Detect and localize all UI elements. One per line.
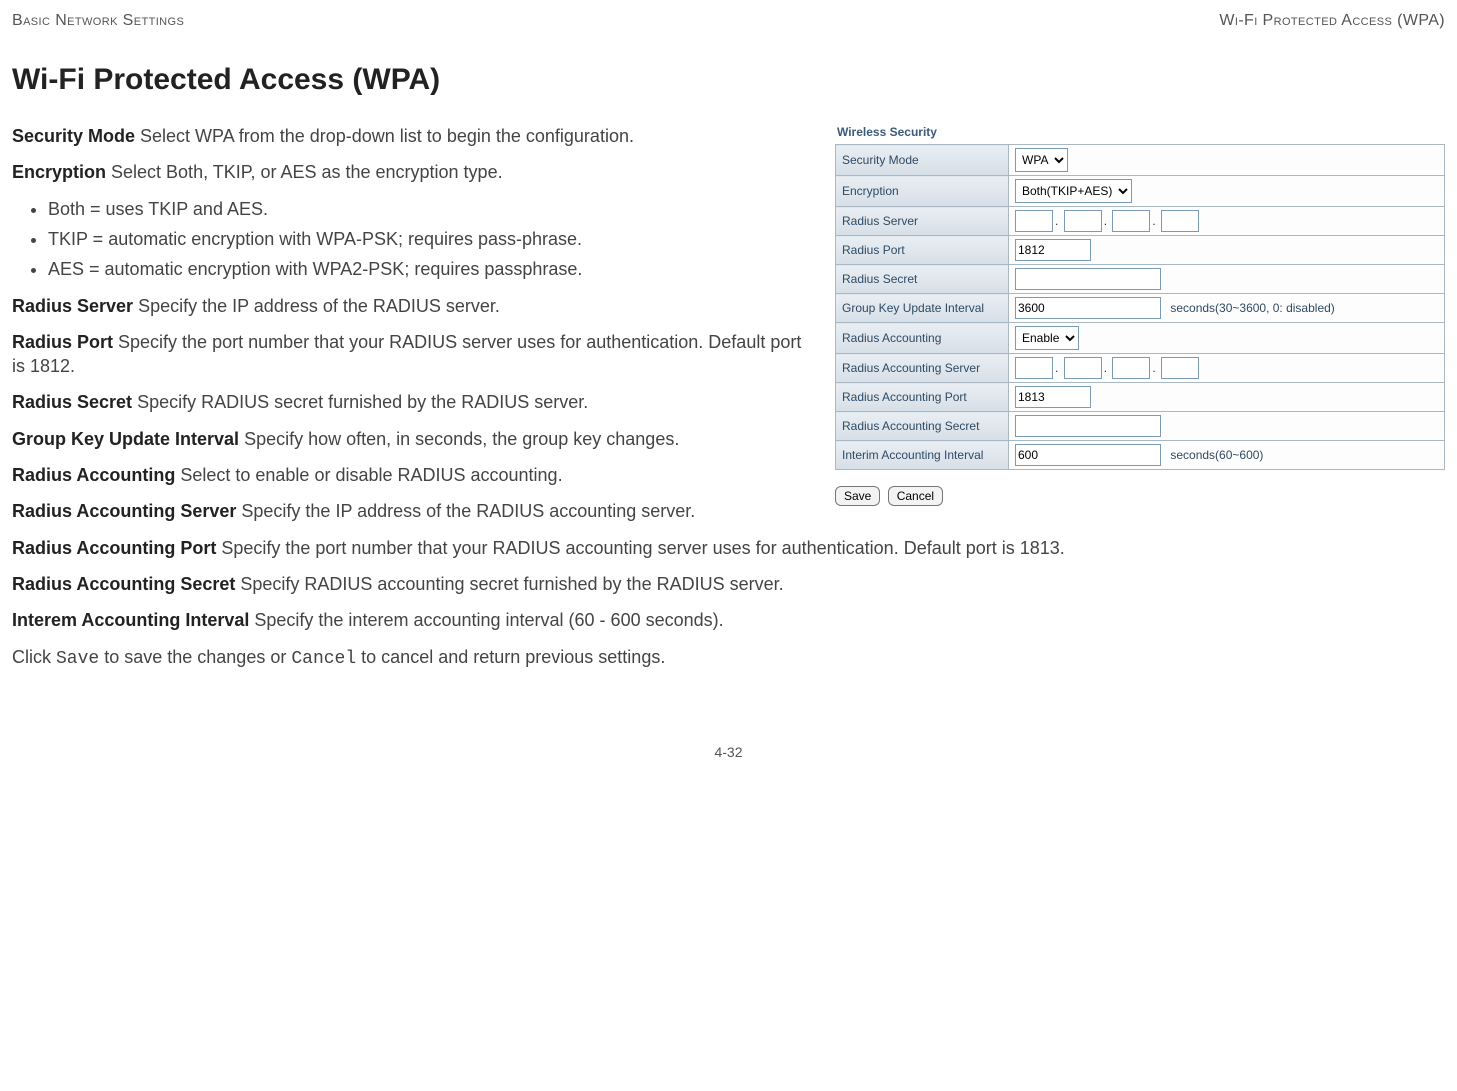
- group-key-hint: seconds(30~3600, 0: disabled): [1170, 301, 1334, 315]
- label-interim-interval: Interim Accounting Interval: [836, 441, 1009, 470]
- fig-title: Wireless Security: [837, 124, 1445, 140]
- closing-sentence: Click Save to save the changes or Cancel…: [12, 645, 1445, 671]
- label-radius-acct-server: Radius Accounting Server: [836, 354, 1009, 383]
- label-group-key: Group Key Update Interval: [836, 294, 1009, 323]
- encryption-select[interactable]: Both(TKIP+AES): [1015, 179, 1132, 203]
- closing-mid: to save the changes or: [99, 647, 291, 667]
- group-key-input[interactable]: [1015, 297, 1161, 319]
- def-interim-interval: Interem Accounting Interval Specify the …: [12, 608, 1445, 632]
- text-radius-acct: Select to enable or disable RADIUS accou…: [175, 465, 562, 485]
- radius-server-ip3[interactable]: [1112, 210, 1150, 232]
- header-right: Wi-Fi Protected Access (WPA): [1219, 10, 1445, 32]
- text-interim: Specify the interem accounting interval …: [249, 610, 723, 630]
- radius-server-ip2[interactable]: [1064, 210, 1102, 232]
- running-header: Basic Network Settings Wi-Fi Protected A…: [12, 10, 1445, 32]
- radius-server-ip1[interactable]: [1015, 210, 1053, 232]
- lead-radius-acct-port: Radius Accounting Port: [12, 538, 216, 558]
- lead-radius-secret: Radius Secret: [12, 392, 132, 412]
- radius-acct-server-ip3[interactable]: [1112, 357, 1150, 379]
- lead-radius-acct-secret: Radius Accounting Secret: [12, 574, 235, 594]
- wireless-security-figure: Wireless Security Security Mode WPA Encr…: [835, 124, 1445, 506]
- radius-acct-server-value: . . .: [1009, 354, 1445, 383]
- label-encryption: Encryption: [836, 176, 1009, 207]
- radius-acct-server-ip4[interactable]: [1161, 357, 1199, 379]
- closing-pre: Click: [12, 647, 56, 667]
- security-mode-select[interactable]: WPA: [1015, 148, 1068, 172]
- wireless-security-table: Security Mode WPA Encryption Both(TKIP+A…: [835, 144, 1445, 470]
- radius-accounting-select[interactable]: Enable: [1015, 326, 1079, 350]
- text-group-key: Specify how often, in seconds, the group…: [239, 429, 679, 449]
- header-left: Basic Network Settings: [12, 10, 184, 32]
- text-security-mode: Select WPA from the drop-down list to be…: [135, 126, 634, 146]
- text-radius-server: Specify the IP address of the RADIUS ser…: [133, 296, 500, 316]
- def-radius-acct-port: Radius Accounting Port Specify the port …: [12, 536, 1445, 560]
- interim-interval-hint: seconds(60~600): [1170, 448, 1263, 462]
- radius-secret-input[interactable]: [1015, 268, 1161, 290]
- page-title: Wi-Fi Protected Access (WPA): [12, 60, 1445, 101]
- label-security-mode: Security Mode: [836, 145, 1009, 176]
- closing-post: to cancel and return previous settings.: [356, 647, 665, 667]
- lead-interim: Interem Accounting Interval: [12, 610, 249, 630]
- text-radius-acct-server: Specify the IP address of the RADIUS acc…: [236, 501, 695, 521]
- text-radius-secret: Specify RADIUS secret furnished by the R…: [132, 392, 588, 412]
- radius-server-ip4[interactable]: [1161, 210, 1199, 232]
- lead-encryption: Encryption: [12, 162, 106, 182]
- radius-port-input[interactable]: [1015, 239, 1091, 261]
- label-radius-acct-secret: Radius Accounting Secret: [836, 412, 1009, 441]
- text-radius-acct-secret: Specify RADIUS accounting secret furnish…: [235, 574, 783, 594]
- lead-group-key: Group Key Update Interval: [12, 429, 239, 449]
- def-radius-acct-secret: Radius Accounting Secret Specify RADIUS …: [12, 572, 1445, 596]
- label-radius-accounting: Radius Accounting: [836, 323, 1009, 354]
- lead-radius-acct-server: Radius Accounting Server: [12, 501, 236, 521]
- label-radius-secret: Radius Secret: [836, 265, 1009, 294]
- lead-security-mode: Security Mode: [12, 126, 135, 146]
- radius-acct-secret-input[interactable]: [1015, 415, 1161, 437]
- text-encryption: Select Both, TKIP, or AES as the encrypt…: [106, 162, 503, 182]
- label-radius-server: Radius Server: [836, 207, 1009, 236]
- lead-radius-acct: Radius Accounting: [12, 465, 175, 485]
- cancel-button[interactable]: Cancel: [888, 486, 943, 506]
- radius-acct-server-ip2[interactable]: [1064, 357, 1102, 379]
- lead-radius-port: Radius Port: [12, 332, 113, 352]
- text-radius-port: Specify the port number that your RADIUS…: [12, 332, 801, 376]
- radius-acct-server-ip1[interactable]: [1015, 357, 1053, 379]
- radius-server-value: . . .: [1009, 207, 1445, 236]
- label-radius-acct-port: Radius Accounting Port: [836, 383, 1009, 412]
- interim-interval-input[interactable]: [1015, 444, 1161, 466]
- lead-radius-server: Radius Server: [12, 296, 133, 316]
- label-radius-port: Radius Port: [836, 236, 1009, 265]
- save-button[interactable]: Save: [835, 486, 880, 506]
- text-radius-acct-port: Specify the port number that your RADIUS…: [216, 538, 1064, 558]
- closing-cancel: Cancel: [291, 649, 356, 669]
- closing-save: Save: [56, 649, 99, 669]
- radius-acct-port-input[interactable]: [1015, 386, 1091, 408]
- page-number: 4-32: [12, 743, 1445, 762]
